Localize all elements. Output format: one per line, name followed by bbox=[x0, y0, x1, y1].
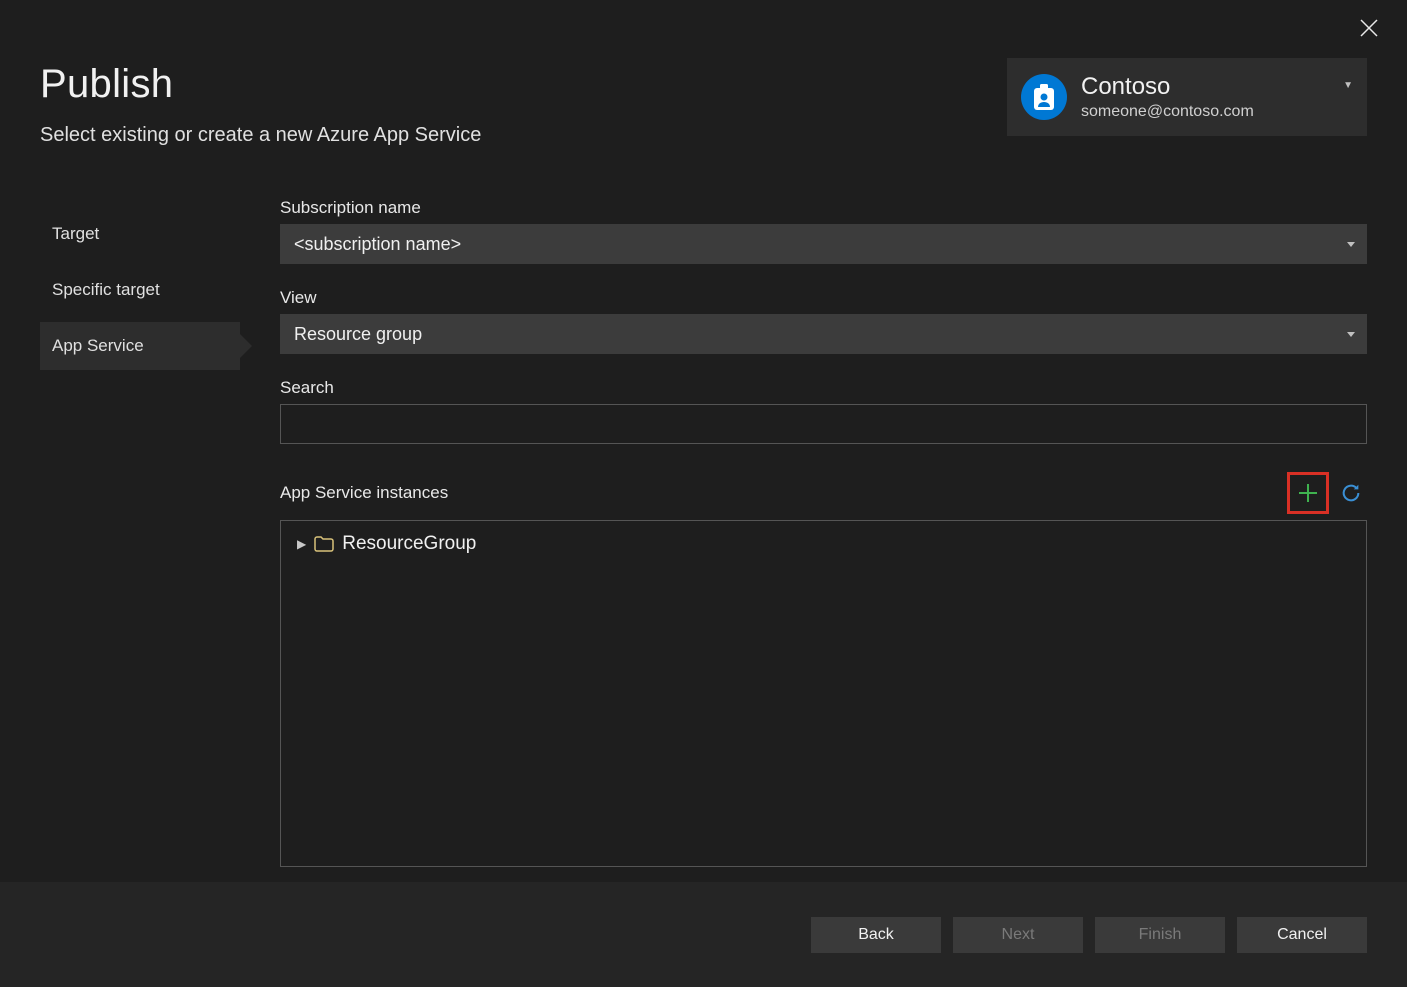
finish-button: Finish bbox=[1095, 917, 1225, 953]
create-new-button[interactable] bbox=[1287, 472, 1329, 514]
refresh-button[interactable] bbox=[1337, 479, 1365, 507]
account-display-name: Contoso bbox=[1081, 72, 1343, 102]
instances-label: App Service instances bbox=[280, 483, 448, 503]
plus-icon bbox=[1296, 481, 1320, 505]
search-label: Search bbox=[280, 378, 1367, 398]
chevron-down-icon: ▼ bbox=[1343, 80, 1353, 91]
tree-item-resourcegroup[interactable]: ▶ ResourceGroup bbox=[291, 529, 1356, 559]
chevron-down-icon bbox=[1347, 332, 1355, 337]
view-value: Resource group bbox=[294, 324, 422, 345]
chevron-down-icon bbox=[1347, 242, 1355, 247]
avatar-badge-icon bbox=[1021, 74, 1067, 120]
dialog-footer: Back Next Finish Cancel bbox=[0, 882, 1407, 987]
back-button[interactable]: Back bbox=[811, 917, 941, 953]
subscription-label: Subscription name bbox=[280, 198, 1367, 218]
view-label: View bbox=[280, 288, 1367, 308]
wizard-steps: Target Specific target App Service bbox=[40, 192, 240, 867]
publish-dialog: Contoso someone@contoso.com ▼ Publish Se… bbox=[0, 0, 1407, 987]
step-specific-target[interactable]: Specific target bbox=[40, 266, 240, 314]
next-button: Next bbox=[953, 917, 1083, 953]
account-picker[interactable]: Contoso someone@contoso.com ▼ bbox=[1007, 58, 1367, 136]
tree-item-label: ResourceGroup bbox=[342, 533, 476, 555]
dialog-subtitle: Select existing or create a new Azure Ap… bbox=[40, 124, 481, 147]
instances-tree[interactable]: ▶ ResourceGroup bbox=[280, 520, 1367, 867]
expand-icon[interactable]: ▶ bbox=[297, 537, 306, 551]
search-input[interactable] bbox=[280, 404, 1367, 444]
view-dropdown[interactable]: Resource group bbox=[280, 314, 1367, 354]
refresh-icon bbox=[1340, 482, 1362, 504]
cancel-button[interactable]: Cancel bbox=[1237, 917, 1367, 953]
close-button[interactable] bbox=[1359, 18, 1379, 42]
subscription-value: <subscription name> bbox=[294, 234, 461, 255]
step-target[interactable]: Target bbox=[40, 210, 240, 258]
folder-icon bbox=[314, 536, 334, 552]
app-service-form: Subscription name <subscription name> Vi… bbox=[280, 192, 1367, 867]
step-app-service[interactable]: App Service bbox=[40, 322, 240, 370]
account-email: someone@contoso.com bbox=[1081, 102, 1343, 122]
subscription-dropdown[interactable]: <subscription name> bbox=[280, 224, 1367, 264]
dialog-title: Publish bbox=[40, 62, 173, 107]
